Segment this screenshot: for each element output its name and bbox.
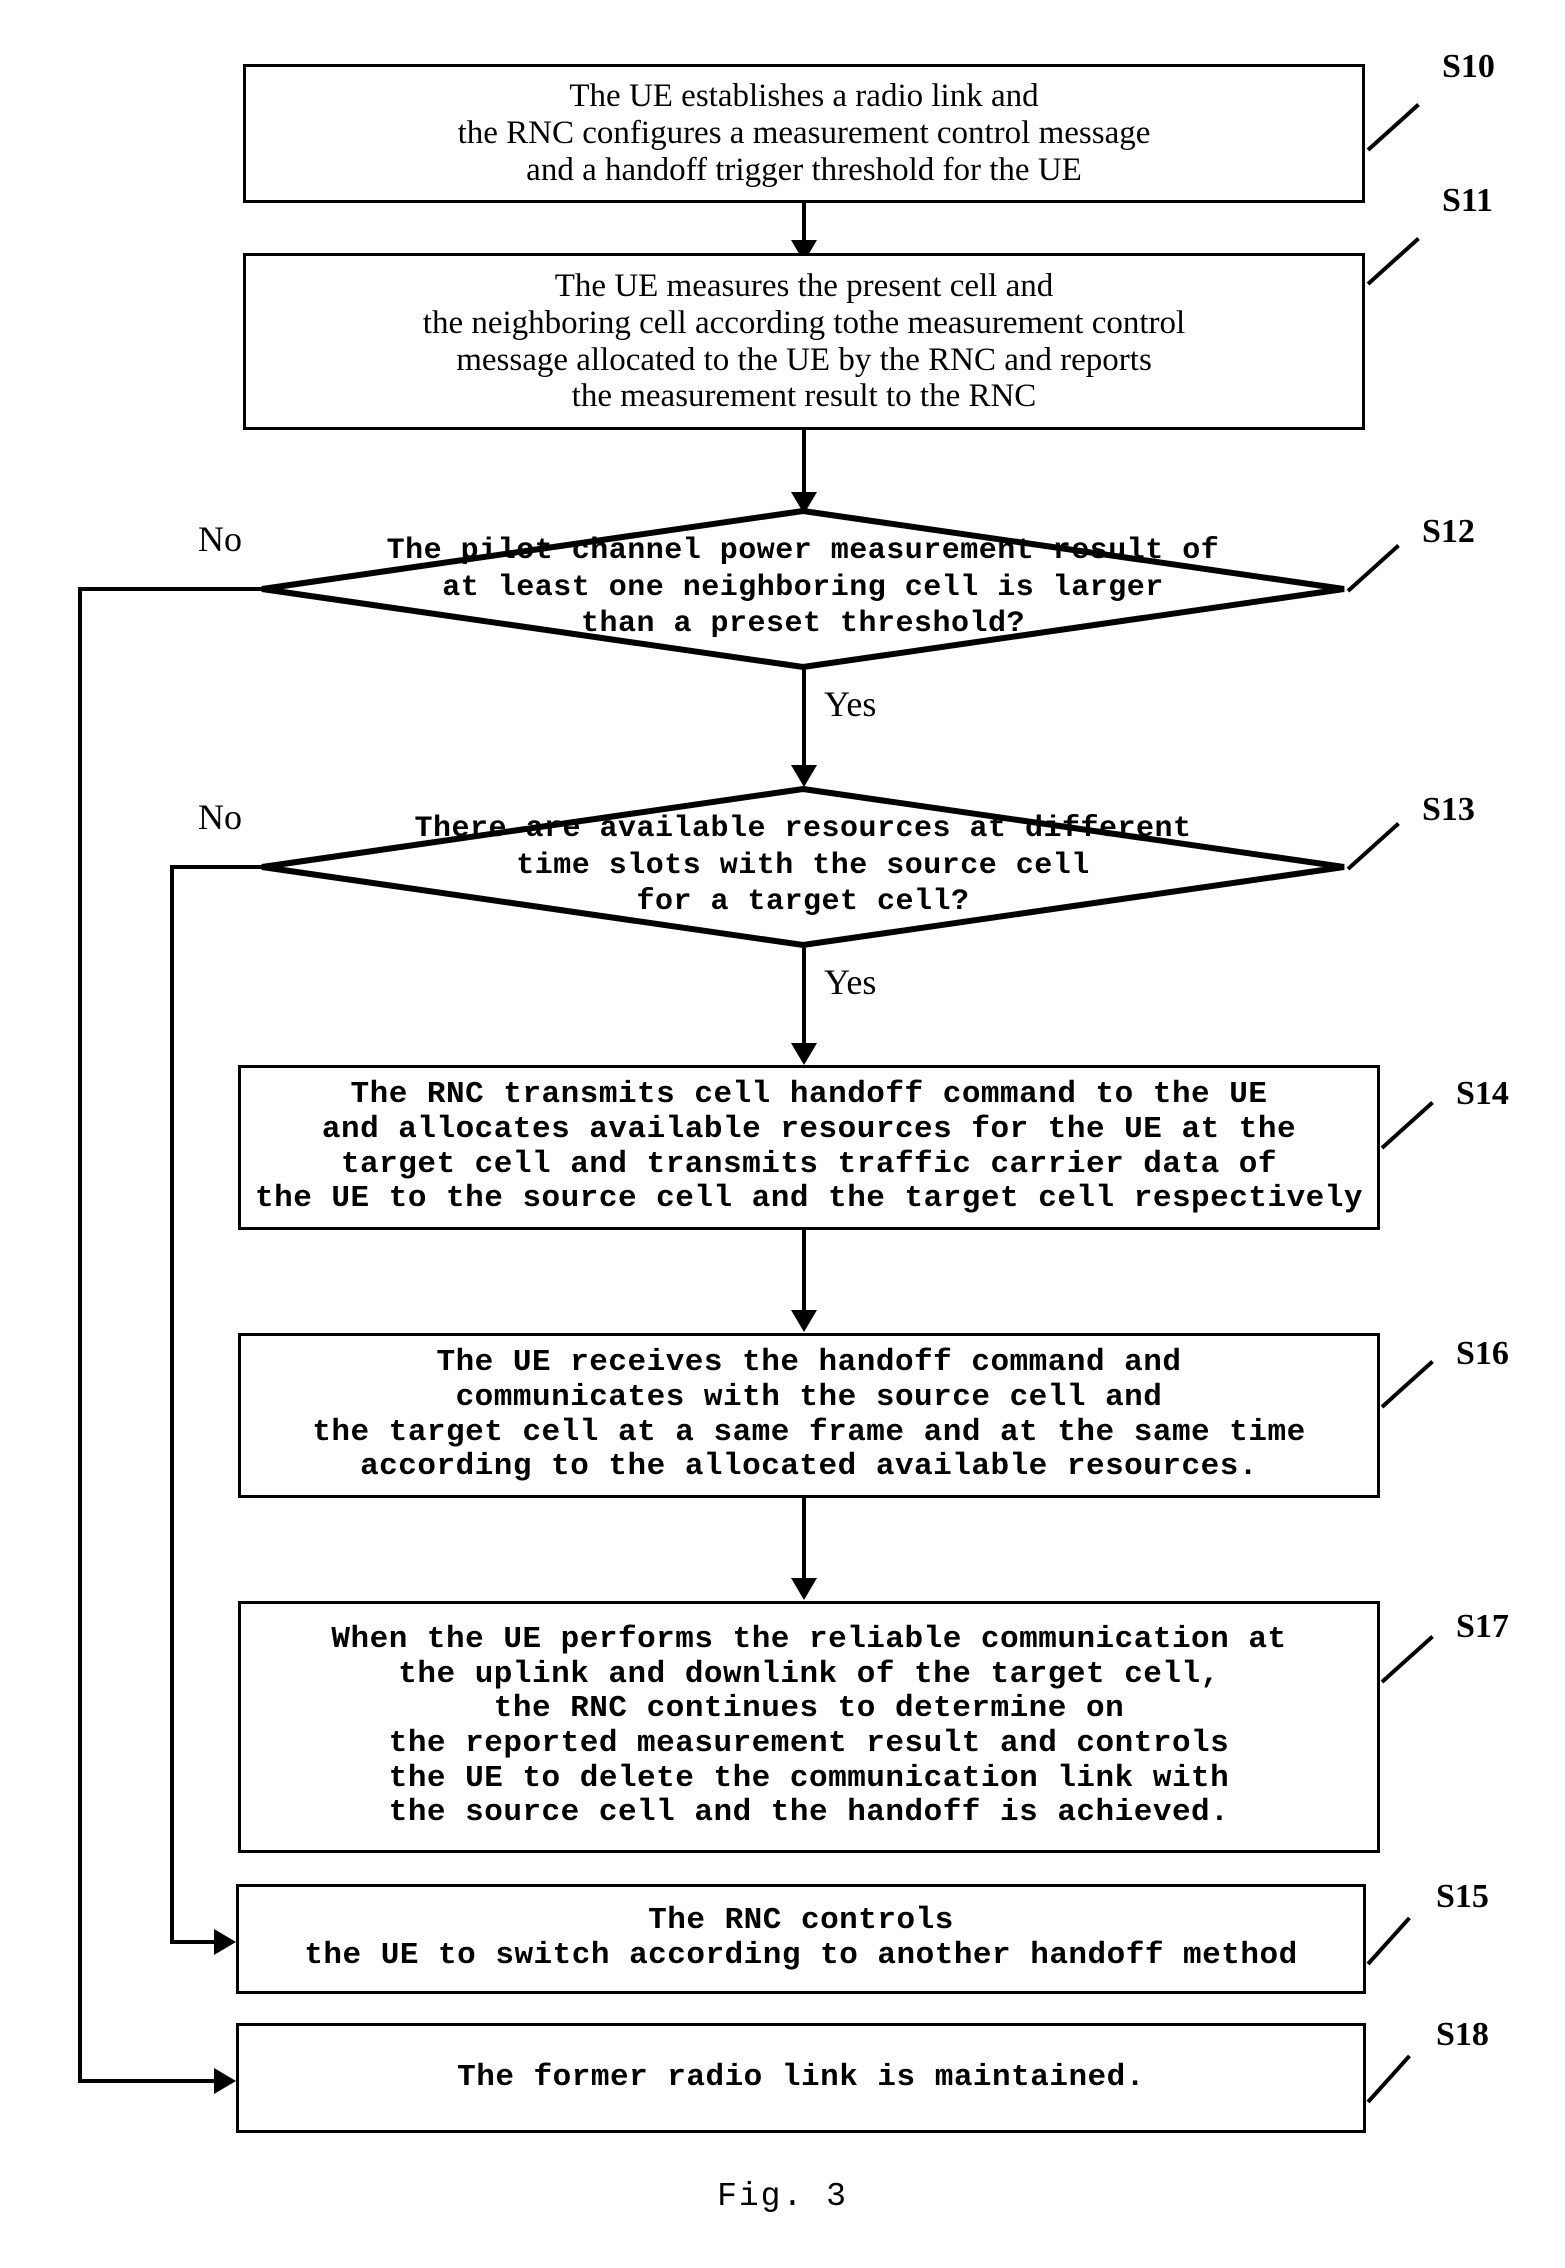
process-box-s10: The UE establishes a radio link and the … [243, 64, 1365, 203]
step-tag-s18: S18 [1436, 2016, 1489, 2053]
connector-s13-no-to-s15 [170, 1940, 218, 1944]
connector-s13-no-horizontal [170, 865, 268, 869]
branch-label-no-s12: No [198, 519, 242, 559]
step-tag-s13: S13 [1422, 791, 1475, 828]
decision-diamond-s13: There are available resources at differe… [258, 785, 1348, 949]
leader-line-s12 [1346, 544, 1400, 593]
leader-line-s13 [1346, 822, 1400, 871]
arrowhead-s16-s17 [791, 1578, 817, 1600]
decision-diamond-s13-text: There are available resources at differe… [414, 812, 1192, 920]
process-box-s15-text: The RNC controls the UE to switch accord… [304, 1903, 1298, 1973]
process-box-s16: The UE receives the handoff command and … [238, 1333, 1380, 1498]
connector-s12-yes [802, 667, 806, 777]
connector-s12-no-vertical [78, 587, 82, 2083]
process-box-s14-text: The RNC transmits cell handoff command t… [255, 1077, 1363, 1217]
arrowhead-s13-no-to-s15 [214, 1929, 236, 1955]
arrowhead-s14-s16 [791, 1310, 817, 1332]
leader-line-s18 [1366, 2054, 1411, 2104]
leader-line-s16 [1380, 1360, 1434, 1409]
arrowhead-s12-no-to-s18 [214, 2068, 236, 2094]
process-box-s15: The RNC controls the UE to switch accord… [236, 1884, 1366, 1994]
connector-s12-no-to-s18 [78, 2079, 218, 2083]
decision-diamond-s12-text: The pilot channel power measurement resu… [386, 534, 1220, 642]
process-box-s17-text: When the UE performs the reliable commun… [331, 1621, 1287, 1831]
step-tag-s16: S16 [1456, 1335, 1509, 1372]
connector-s11-s12 [802, 430, 806, 500]
connector-s14-s16 [802, 1230, 806, 1320]
leader-line-s17 [1380, 1635, 1434, 1684]
connector-s12-no-horizontal [78, 587, 268, 591]
leader-line-s11 [1366, 237, 1420, 286]
branch-label-yes-s12: Yes [824, 684, 877, 724]
process-box-s11-text: The UE measures the present cell and the… [422, 267, 1186, 415]
step-tag-s11: S11 [1442, 182, 1494, 219]
arrowhead-s13-yes [791, 1043, 817, 1065]
connector-s13-no-vertical [170, 865, 174, 1944]
arrowhead-s12-yes [791, 765, 817, 787]
process-box-s18-text: The former radio link is maintained. [457, 2059, 1145, 2095]
connector-s16-s17 [802, 1498, 806, 1588]
step-tag-s12: S12 [1422, 513, 1475, 550]
process-box-s16-text: The UE receives the handoff command and … [312, 1345, 1306, 1485]
step-tag-s14: S14 [1456, 1075, 1509, 1112]
step-tag-s10: S10 [1442, 48, 1495, 85]
leader-line-s14 [1380, 1101, 1434, 1150]
branch-label-yes-s13: Yes [824, 962, 877, 1002]
branch-label-no-s13: No [198, 797, 242, 837]
decision-diamond-s12: The pilot channel power measurement resu… [258, 507, 1348, 671]
step-tag-s15: S15 [1436, 1878, 1489, 1915]
step-tag-s17: S17 [1456, 1608, 1509, 1645]
process-box-s18: The former radio link is maintained. [236, 2023, 1366, 2133]
figure-caption: Fig. 3 [717, 2178, 848, 2215]
process-box-s10-text: The UE establishes a radio link and the … [457, 78, 1151, 188]
process-box-s14: The RNC transmits cell handoff command t… [238, 1065, 1380, 1230]
process-box-s11: The UE measures the present cell and the… [243, 253, 1365, 430]
connector-s13-yes [802, 945, 806, 1055]
leader-line-s10 [1366, 103, 1420, 152]
flowchart-figure: The UE establishes a radio link and the … [0, 0, 1565, 2268]
process-box-s17: When the UE performs the reliable commun… [238, 1601, 1380, 1853]
leader-line-s15 [1366, 1916, 1411, 1966]
